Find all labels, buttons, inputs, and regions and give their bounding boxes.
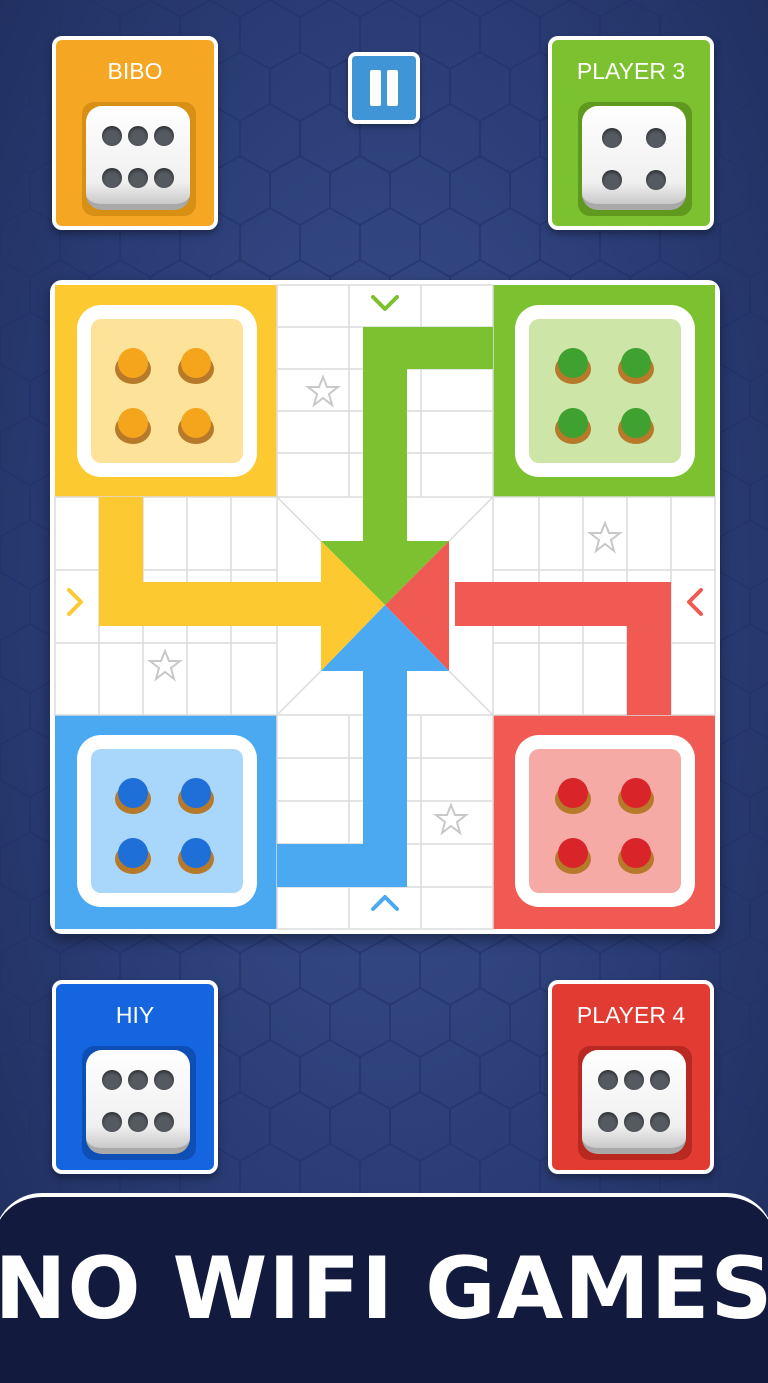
ludo-board-svg xyxy=(54,284,716,930)
player-name: BIBO xyxy=(107,58,163,84)
ludo-board xyxy=(50,280,720,934)
dice-six-icon[interactable] xyxy=(86,106,190,210)
player-name: HIY xyxy=(115,1002,155,1028)
player-card-hiy[interactable]: HIY xyxy=(52,980,218,1174)
dice-well xyxy=(82,102,196,216)
player-name: PLAYER 4 xyxy=(576,1002,686,1028)
player-card-player-4[interactable]: PLAYER 4 xyxy=(548,980,714,1174)
pause-button[interactable] xyxy=(348,52,420,124)
pause-icon xyxy=(370,70,381,106)
dice-well xyxy=(578,1046,692,1160)
player-card-player-3[interactable]: PLAYER 3 xyxy=(548,36,714,230)
dice-four-icon[interactable] xyxy=(582,106,686,210)
dice-well xyxy=(578,102,692,216)
dice-six-icon[interactable] xyxy=(86,1050,190,1154)
dice-six-icon[interactable] xyxy=(582,1050,686,1154)
promo-banner: NO WIFI GAMES xyxy=(0,1193,768,1383)
dice-well xyxy=(82,1046,196,1160)
player-card-bibo[interactable]: BIBO xyxy=(52,36,218,230)
banner-title: NO WIFI GAMES xyxy=(0,1239,768,1339)
player-name: PLAYER 3 xyxy=(576,58,686,84)
